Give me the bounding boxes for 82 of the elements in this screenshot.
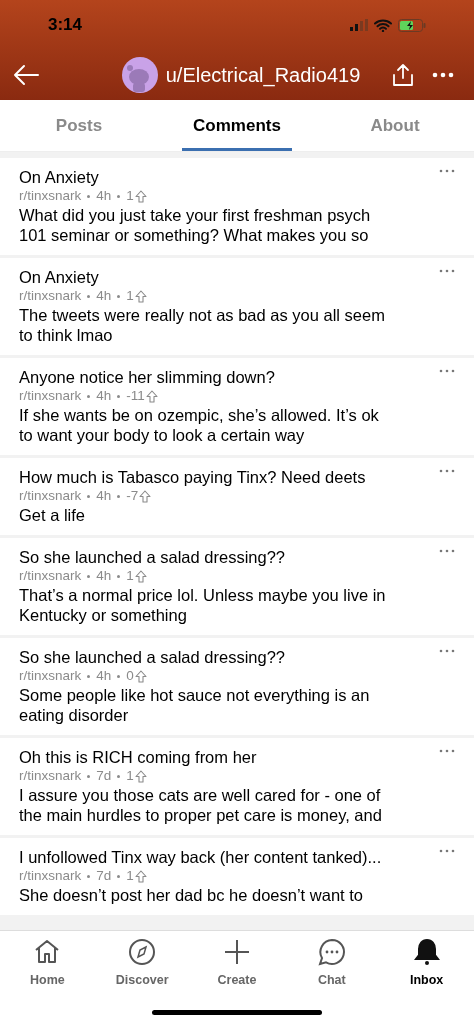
more-icon[interactable] <box>439 269 455 273</box>
compass-icon <box>127 937 158 967</box>
more-icon[interactable] <box>439 849 455 853</box>
nav-tab[interactable]: Home <box>0 937 95 990</box>
bell-icon <box>411 937 442 967</box>
upvote-icon <box>134 189 147 203</box>
post-title: On Anxiety <box>19 167 100 187</box>
comment-card[interactable]: Anyone notice her slimming down? r/tinxsnark 4h -11 If she wants be on ozempic, she’s allowed. It’s ok to want your body to look a certain way <box>0 358 474 455</box>
comment-card[interactable]: On Anxiety r/tinxsnark 4h 1 The tweets were really not as bad as you all seem to think lmao <box>0 258 474 355</box>
comment-text: What did you just take your first freshman psych 101 seminar or something? What makes you so <box>19 205 372 245</box>
comment-age: 4h <box>96 567 112 585</box>
vote-score: -7 <box>126 487 139 505</box>
upvote-icon <box>145 389 158 403</box>
wifi-icon <box>374 18 392 32</box>
vote-score: 0 <box>126 667 134 685</box>
comment-text: Some people like hot sauce not everything is an eating disorder <box>19 685 371 725</box>
nav-tab[interactable]: Discover <box>94 937 190 990</box>
post-title: Oh this is RICH coming from her <box>19 747 258 767</box>
comment-text: I assure you those cats are well cared for - one of the main hurdles to proper pet care is money, and <box>19 785 383 825</box>
comment-text: The tweets were really not as bad as you all seem to think lmao <box>19 305 386 345</box>
comment-age: 7d <box>96 767 112 785</box>
post-title: How much is Tabasco paying Tinx? Need deets <box>19 467 367 487</box>
username-title: u/Electrical_Radio419 <box>165 63 361 89</box>
more-icon[interactable] <box>439 369 455 373</box>
upvote-icon <box>139 489 152 503</box>
nav-tab[interactable]: Inbox <box>379 937 474 990</box>
subreddit-name: r/tinxsnark <box>19 487 82 505</box>
comment-age: 4h <box>96 187 112 205</box>
nav-tab[interactable]: Chat <box>284 937 380 990</box>
comment-text: She doesn’t post her dad bc he doesn’t want to <box>19 885 364 905</box>
comment-age: 4h <box>96 287 112 305</box>
post-title: So she launched a salad dressing?? <box>19 547 287 567</box>
comment-card[interactable]: On Anxiety r/tinxsnark 4h 1 What did you just take your first freshman psych 101 seminar or something? What makes you so <box>0 158 474 255</box>
comment-age: 4h <box>96 487 112 505</box>
subreddit-name: r/tinxsnark <box>19 667 82 685</box>
upvote-icon <box>134 289 147 303</box>
comment-card[interactable]: How much is Tabasco paying Tinx? Need deets r/tinxsnark 4h -7 Get a life <box>0 458 474 535</box>
comment-text: If she wants be on ozempic, she’s allowed. It’s ok to want your body to look a certain way <box>19 405 380 445</box>
more-icon[interactable] <box>439 749 455 753</box>
post-title: Anyone notice her slimming down? <box>19 367 276 387</box>
subreddit-name: r/tinxsnark <box>19 287 82 305</box>
upvote-icon <box>134 769 147 783</box>
comment-text: Get a life <box>19 505 87 525</box>
comment-age: 4h <box>96 387 112 405</box>
vote-score: 1 <box>126 567 134 585</box>
comment-card[interactable]: So she launched a salad dressing?? r/tinxsnark 4h 1 That’s a normal price lol. Unless maybe you live in Kentucky or something <box>0 538 474 635</box>
nav-tab[interactable]: Create <box>189 937 285 990</box>
back-icon[interactable] <box>12 63 42 87</box>
vote-score: -11 <box>126 387 145 405</box>
subreddit-name: r/tinxsnark <box>19 387 82 405</box>
more-icon[interactable] <box>439 549 455 553</box>
comment-age: 7d <box>96 867 112 885</box>
chat-bubble-icon <box>316 937 347 967</box>
more-icon[interactable] <box>439 469 455 473</box>
vote-score: 1 <box>126 867 134 885</box>
vote-score: 1 <box>126 187 134 205</box>
more-icon[interactable] <box>439 169 455 173</box>
comment-text: That’s a normal price lol. Unless maybe you live in Kentucky or something <box>19 585 387 625</box>
comment-age: 4h <box>96 667 112 685</box>
more-icon[interactable] <box>432 72 454 78</box>
comment-card[interactable]: I unfollowed Tinx way back (her content tanked)... r/tinxsnark 7d 1 She doesn’t post her dad bc he doesn’t want to <box>0 838 474 915</box>
post-title: So she launched a salad dressing?? <box>19 647 287 667</box>
status-time: 3:14 <box>48 14 83 37</box>
upvote-icon <box>134 669 147 683</box>
upvote-icon <box>134 569 147 583</box>
vote-score: 1 <box>126 767 134 785</box>
subreddit-name: r/tinxsnark <box>19 187 82 205</box>
share-icon[interactable] <box>390 62 416 88</box>
battery-icon <box>398 18 426 32</box>
post-title: On Anxiety <box>19 267 100 287</box>
post-title: I unfollowed Tinx way back (her content tanked)... <box>19 847 383 867</box>
avatar-icon <box>121 57 158 93</box>
signal-icon <box>350 19 368 31</box>
upvote-icon <box>134 869 147 883</box>
comment-card[interactable]: So she launched a salad dressing?? r/tinxsnark 4h 0 Some people like hot sauce not everything is an eating disorder <box>0 638 474 735</box>
subreddit-name: r/tinxsnark <box>19 767 82 785</box>
comment-card[interactable]: Oh this is RICH coming from her r/tinxsnark 7d 1 I assure you those cats are well cared for - one of the main hurdles to proper pet care is money, and <box>0 738 474 835</box>
plus-icon <box>222 937 252 967</box>
vote-score: 1 <box>126 287 134 305</box>
subreddit-name: r/tinxsnark <box>19 867 82 885</box>
subreddit-name: r/tinxsnark <box>19 567 82 585</box>
more-icon[interactable] <box>439 649 455 653</box>
